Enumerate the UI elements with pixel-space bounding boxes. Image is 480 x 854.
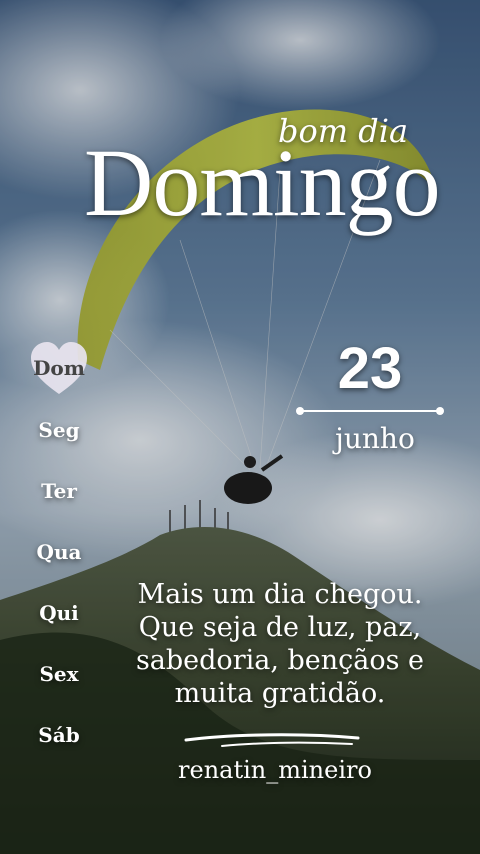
- day-title: Domingo: [84, 129, 441, 236]
- date-day: 23: [337, 336, 403, 401]
- weekday-qui: Qui: [39, 601, 79, 625]
- message-line: Mais um dia chegou.: [137, 579, 423, 610]
- date-month: junho: [335, 422, 415, 455]
- message-line: muita gratidão.: [174, 678, 386, 709]
- weekday-dom: Dom: [33, 356, 85, 380]
- weekday-qua: Qua: [36, 540, 82, 564]
- message-text: Mais um dia chegou. Que seja de luz, paz…: [110, 578, 450, 710]
- author-signature: renatin_mineiro: [178, 756, 372, 784]
- message-line: Que seja de luz, paz,: [138, 612, 422, 643]
- weekday-ter: Ter: [41, 479, 77, 503]
- weekday-seg: Seg: [38, 418, 80, 442]
- date-divider: [296, 407, 444, 415]
- weekday-sab: Sáb: [38, 723, 80, 747]
- weekday-sex: Sex: [39, 662, 79, 686]
- brush-divider: [184, 733, 360, 747]
- message-line: sabedoria, bençãos e: [135, 645, 425, 676]
